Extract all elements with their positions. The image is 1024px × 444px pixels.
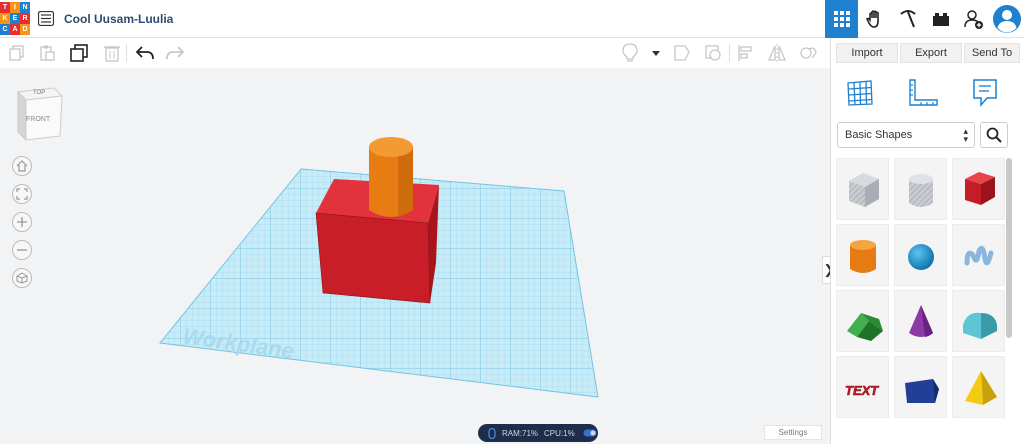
shape-tile-cylinder-hole[interactable] <box>894 158 947 220</box>
tinkercad-logo[interactable]: TINKERCAD <box>0 2 30 35</box>
scene-canvas[interactable]: Workplane <box>0 68 830 444</box>
shape-tile-round-roof[interactable] <box>952 290 1005 352</box>
panel-scrollbar[interactable] <box>1006 158 1012 338</box>
export-button[interactable]: Export <box>900 43 962 63</box>
shapes-category-value: Basic Shapes <box>845 129 913 141</box>
send-to-button[interactable]: Send To <box>964 43 1020 63</box>
copy-icon[interactable] <box>6 42 28 64</box>
settings-button[interactable]: Settings <box>764 425 822 440</box>
design-title[interactable]: Cool Uusam-Luulia <box>64 12 173 26</box>
shape-tile-cylinder[interactable] <box>836 224 889 286</box>
svg-text:TEXT: TEXT <box>845 383 879 398</box>
view-cube[interactable]: TOP FRONT <box>14 86 64 142</box>
paste-icon[interactable] <box>36 42 58 64</box>
orange-cylinder-shape[interactable] <box>369 137 413 217</box>
toggle-icon[interactable] <box>583 429 597 437</box>
perspective-icon[interactable] <box>12 268 32 288</box>
zoom-out-icon[interactable] <box>12 240 32 260</box>
pickaxe-icon[interactable] <box>891 0 924 38</box>
toolbar-divider <box>729 44 730 62</box>
logo-letter: I <box>10 2 20 13</box>
select-arrows-icon: ▴ ▾ <box>963 126 968 144</box>
light-bulb-icon[interactable] <box>619 42 641 64</box>
shape-tile-scribble[interactable] <box>952 224 1005 286</box>
mirror-icon[interactable] <box>766 42 788 64</box>
notes-icon[interactable] <box>971 78 999 113</box>
view-cube-front-label[interactable]: FRONT <box>26 116 50 123</box>
ram-usage: RAM:71% <box>502 428 539 438</box>
design-list-icon[interactable] <box>38 11 54 26</box>
shape-tile-roof[interactable] <box>836 290 889 352</box>
toolbar-divider <box>126 44 127 62</box>
search-shapes-button[interactable] <box>980 122 1008 148</box>
performance-status: RAM:71% CPU:1% <box>478 424 598 442</box>
3d-viewport[interactable]: Workplane TOP FRONT <box>0 68 830 444</box>
shape-tile-box-hole[interactable] <box>836 158 889 220</box>
logo-letter: T <box>0 2 10 13</box>
cpu-usage: CPU:1% <box>544 428 575 438</box>
shapes-category-select[interactable]: Basic Shapes ▴ ▾ <box>837 122 975 148</box>
user-avatar-icon[interactable] <box>990 0 1024 38</box>
zoom-in-icon[interactable] <box>12 212 32 232</box>
logo-letter: A <box>10 24 20 35</box>
add-user-icon[interactable] <box>957 0 990 38</box>
dropdown-icon[interactable] <box>645 42 667 64</box>
shape-tile-pyramid[interactable] <box>952 356 1005 418</box>
hand-icon[interactable] <box>858 0 891 38</box>
shape-tile-cone[interactable] <box>894 290 947 352</box>
shape-tile-text[interactable]: TEXT <box>836 356 889 418</box>
edit-toolbar <box>0 38 830 68</box>
duplicate-icon[interactable] <box>68 42 90 64</box>
delete-icon[interactable] <box>101 42 123 64</box>
logo-letter: K <box>0 13 10 24</box>
group-icon[interactable] <box>797 42 819 64</box>
logo-letter: R <box>20 13 30 24</box>
home-view-icon[interactable] <box>12 156 32 176</box>
shape-hole-icon[interactable] <box>702 42 724 64</box>
top-nav <box>825 0 1024 38</box>
view-cube-top-label[interactable]: TOP <box>33 90 45 96</box>
ruler-icon[interactable] <box>907 78 939 113</box>
fit-view-icon[interactable] <box>12 184 32 204</box>
mouse-icon <box>488 427 496 439</box>
shape-tile-box[interactable] <box>952 158 1005 220</box>
logo-letter: D <box>20 24 30 35</box>
import-button[interactable]: Import <box>836 43 898 63</box>
align-icon[interactable] <box>735 42 757 64</box>
shape-tile-polygon[interactable] <box>894 356 947 418</box>
search-icon <box>986 127 1002 143</box>
logo-letter: E <box>10 13 20 24</box>
shape-tile-sphere[interactable] <box>894 224 947 286</box>
grid-view-icon[interactable] <box>825 0 858 38</box>
shape-solid-icon[interactable] <box>671 42 693 64</box>
logo-letter: N <box>20 2 30 13</box>
grid-icon[interactable] <box>845 78 875 113</box>
undo-icon[interactable] <box>134 42 156 64</box>
redo-icon[interactable] <box>164 42 186 64</box>
bricks-icon[interactable] <box>924 0 957 38</box>
top-bar: TINKERCAD Cool Uusam-Luulia <box>0 0 1024 38</box>
logo-letter: C <box>0 24 10 35</box>
shapes-panel: Import Export Send To Basic Shapes ▴ ▾ T… <box>830 38 1024 444</box>
